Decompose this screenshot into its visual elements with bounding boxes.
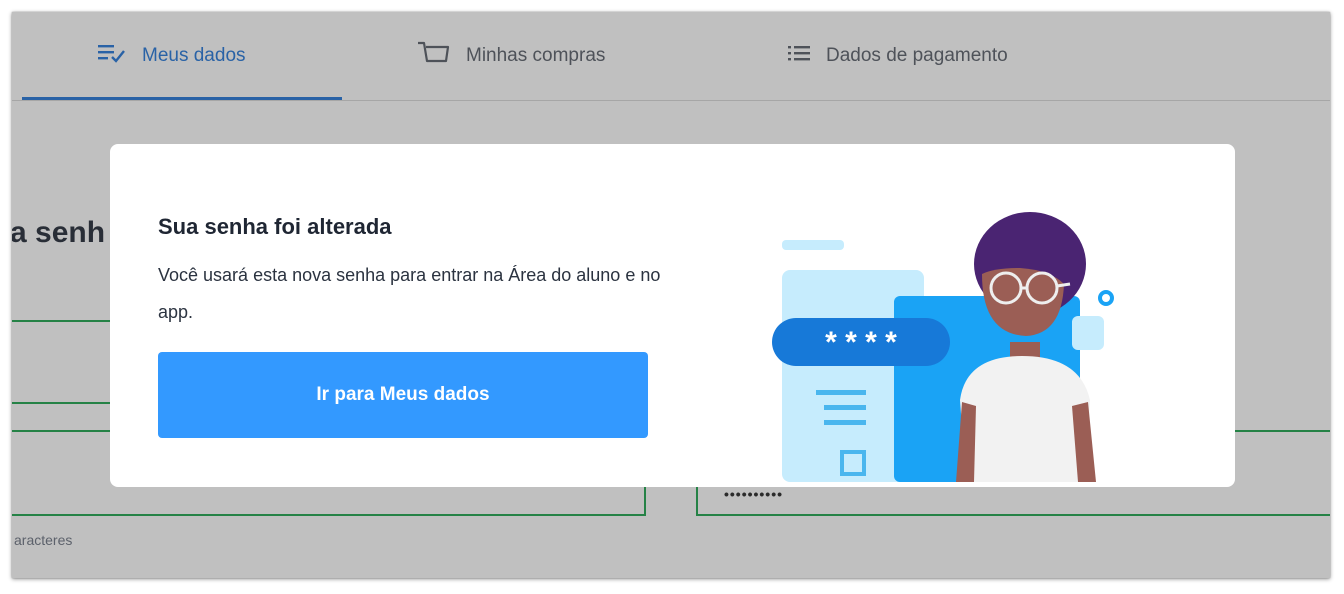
password-mask-text: * * * * [825,326,897,359]
modal-title: Sua senha foi alterada [158,214,392,239]
modal-message: Você usará esta nova senha para entrar n… [158,265,661,322]
password-person-illustration: * * * * [750,184,1130,487]
password-changed-modal: Sua senha foi alterada Você usará esta n… [110,144,1235,487]
app-window: Meus dados Minhas compras Dados de pagam… [12,12,1330,578]
go-to-my-data-button[interactable]: Ir para Meus dados [158,352,648,438]
